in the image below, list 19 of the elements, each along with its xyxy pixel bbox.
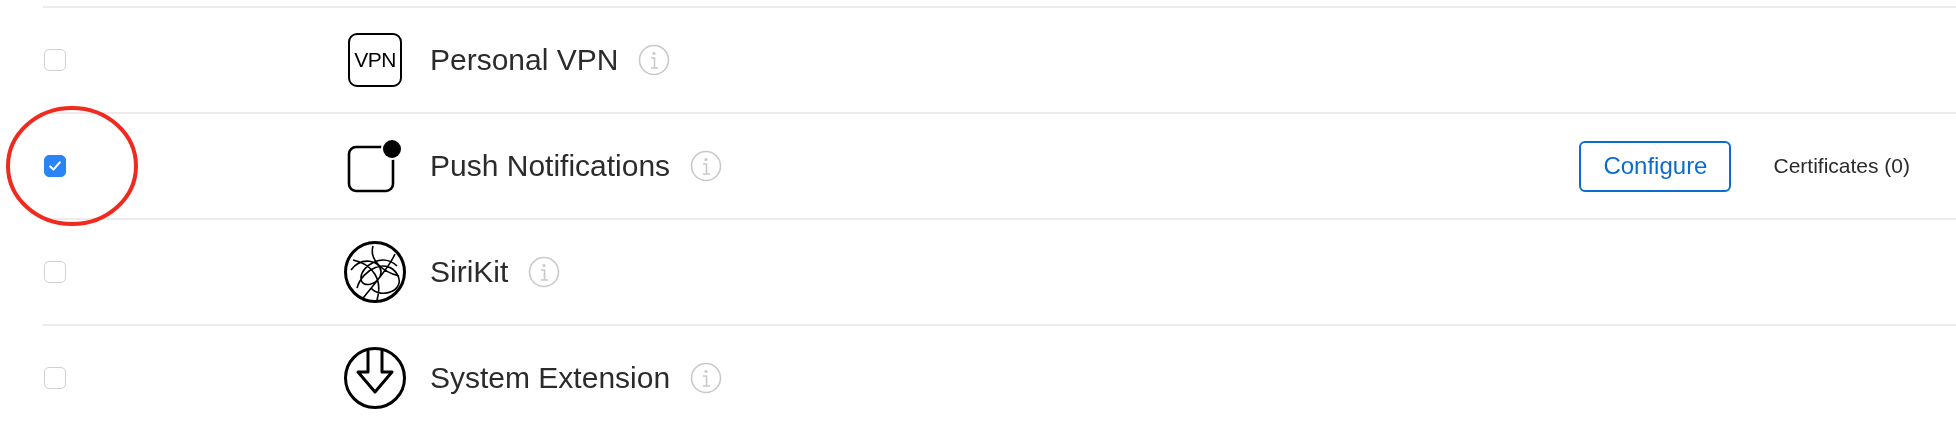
vpn-icon: VPN (348, 33, 402, 87)
checkbox[interactable] (44, 155, 66, 177)
info-icon[interactable] (690, 150, 723, 182)
checkbox[interactable] (44, 49, 66, 71)
checkbox[interactable] (44, 367, 66, 389)
notification-badge-icon (346, 137, 404, 195)
info-icon[interactable] (690, 362, 723, 394)
download-circle-icon (343, 346, 407, 410)
capability-name: Push Notifications (430, 149, 671, 183)
certificates-link[interactable]: Certificates (0) (1773, 154, 1910, 178)
capability-name: Personal VPN (430, 43, 619, 77)
configure-button[interactable]: Configure (1579, 140, 1732, 192)
info-icon[interactable] (638, 44, 671, 76)
check-icon (47, 158, 63, 174)
capability-name: System Extension (430, 361, 671, 395)
info-icon[interactable] (528, 256, 561, 288)
swirl-circle-icon (343, 240, 407, 304)
capability-name: SiriKit (430, 255, 509, 289)
checkbox[interactable] (44, 261, 66, 283)
